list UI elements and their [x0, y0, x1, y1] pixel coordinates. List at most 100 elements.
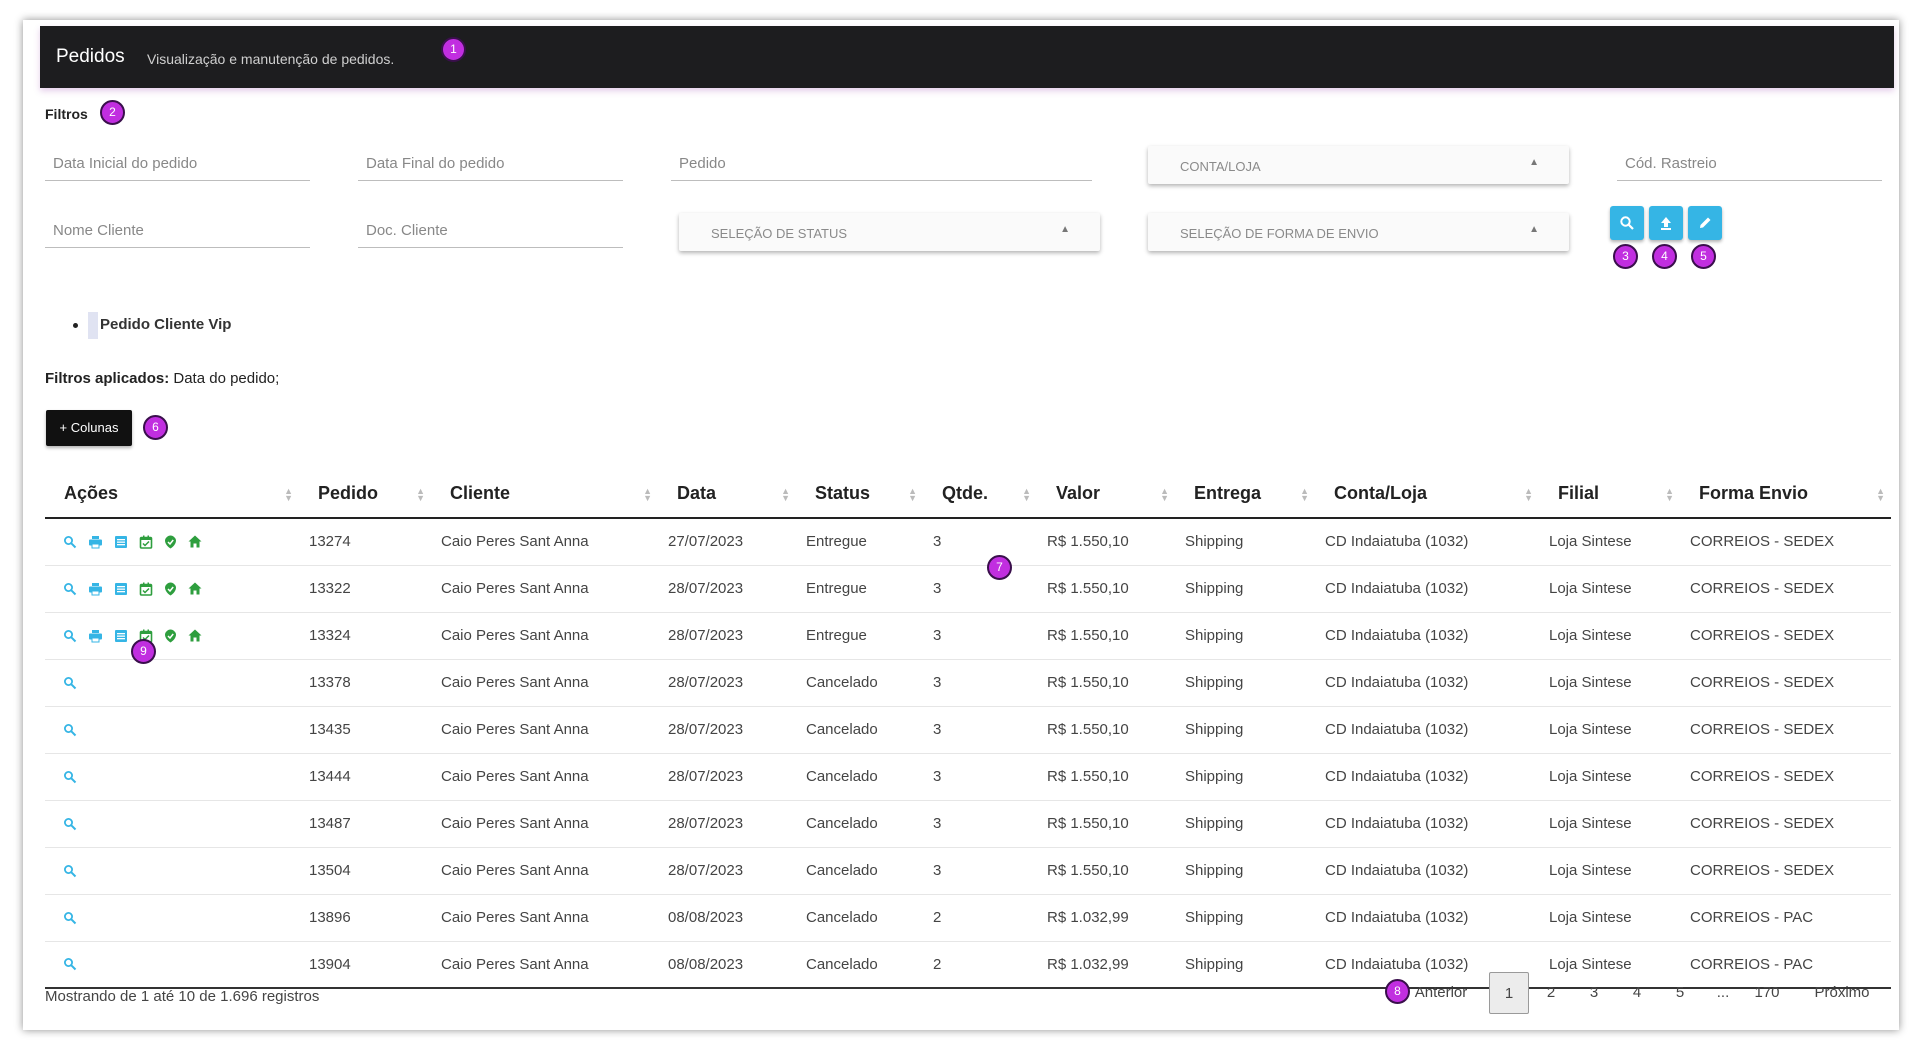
table-row[interactable]: 13504 Caio Peres Sant Anna 28/07/2023 Cance…	[45, 847, 1891, 895]
cell-filial: Loja Sintese	[1539, 565, 1680, 613]
next-page-button[interactable]: Próximo	[1807, 972, 1877, 1014]
cell-pedido: 13896	[299, 894, 431, 942]
column-header[interactable]: Qtde. ▲ ▼	[923, 470, 1037, 519]
list-icon[interactable]	[114, 582, 128, 596]
home-icon[interactable]	[188, 535, 202, 548]
table-row[interactable]: 13896 Caio Peres Sant Anna 08/08/2023 Cance…	[45, 894, 1891, 942]
shield-check-icon[interactable]	[164, 535, 177, 549]
cell-qtde: 3	[923, 753, 1037, 801]
cell-pedido: 13378	[299, 659, 431, 707]
print-icon[interactable]	[88, 629, 103, 643]
column-header[interactable]: Conta/Loja ▲ ▼	[1315, 470, 1539, 519]
page-button-5[interactable]: 5	[1660, 972, 1700, 1014]
cell-qtde: 2	[923, 894, 1037, 942]
cod-rastreio-field[interactable]: Cód. Rastreio	[1617, 145, 1882, 181]
page-title: Pedidos	[56, 46, 125, 67]
table-row[interactable]: 13378 Caio Peres Sant Anna 28/07/2023 Cance…	[45, 659, 1891, 707]
shield-check-icon[interactable]	[164, 582, 177, 596]
list-icon[interactable]	[114, 535, 128, 549]
search-icon[interactable]	[63, 817, 77, 831]
search-icon[interactable]	[63, 629, 77, 643]
pedido-field[interactable]: Pedido	[671, 145, 1092, 181]
search-icon[interactable]	[63, 723, 77, 737]
data-final-field[interactable]: Data Final do pedido	[358, 145, 623, 181]
page-button-170[interactable]: 170	[1743, 972, 1791, 1014]
column-header[interactable]: Ações ▲ ▼	[45, 470, 299, 519]
conta-loja-select[interactable]: CONTA/LOJA ▲	[1148, 146, 1569, 184]
column-header[interactable]: Entrega ▲ ▼	[1175, 470, 1315, 519]
search-icon[interactable]	[63, 957, 77, 971]
cell-conta: CD Indaiatuba (1032)	[1315, 753, 1539, 801]
sort-icon: ▲ ▼	[1665, 486, 1674, 503]
cell-status: Entregue	[796, 518, 923, 566]
shield-check-icon[interactable]	[164, 629, 177, 643]
actions-cell	[45, 941, 299, 989]
page-button-4[interactable]: 4	[1617, 972, 1657, 1014]
search-button[interactable]	[1610, 206, 1644, 240]
status-select[interactable]: SELEÇÃO DE STATUS ▲	[679, 213, 1100, 251]
home-icon[interactable]	[188, 582, 202, 595]
list-icon[interactable]	[114, 629, 128, 643]
calendar-check-icon[interactable]	[139, 535, 153, 549]
search-icon[interactable]	[63, 582, 77, 596]
annotation-marker: 5	[1691, 244, 1716, 269]
sort-icon: ▲ ▼	[1300, 486, 1309, 503]
sort-icon: ▲ ▼	[643, 486, 652, 503]
column-header[interactable]: Forma Envio ▲ ▼	[1680, 470, 1891, 519]
nome-cliente-field[interactable]: Nome Cliente	[45, 212, 310, 248]
cell-qtde: 3	[923, 847, 1037, 895]
cell-qtde: 3	[923, 612, 1037, 660]
table-row[interactable]: 13322 Caio Peres Sant Anna 28/07/2023 Entre…	[45, 565, 1891, 613]
page-button-1[interactable]: 1	[1489, 972, 1529, 1014]
edit-button[interactable]	[1688, 206, 1722, 240]
cell-status: Cancelado	[796, 941, 923, 989]
table-row[interactable]: 13487 Caio Peres Sant Anna 28/07/2023 Cance…	[45, 800, 1891, 848]
cell-forma: CORREIOS - SEDEX	[1680, 565, 1891, 613]
column-header-label: Qtde.	[942, 483, 989, 503]
search-icon[interactable]	[63, 911, 77, 925]
cell-valor: R$ 1.550,10	[1037, 659, 1175, 707]
actions-cell	[45, 753, 299, 801]
upload-button[interactable]	[1649, 206, 1683, 240]
cell-qtde: 3	[923, 565, 1037, 613]
annotation-marker: 6	[143, 415, 168, 440]
cell-conta: CD Indaiatuba (1032)	[1315, 659, 1539, 707]
calendar-check-icon[interactable]	[139, 582, 153, 596]
search-icon[interactable]	[63, 864, 77, 878]
print-icon[interactable]	[88, 582, 103, 596]
search-icon[interactable]	[63, 770, 77, 784]
page-button-2[interactable]: 2	[1531, 972, 1571, 1014]
column-header[interactable]: Cliente ▲ ▼	[431, 470, 658, 519]
cell-data: 28/07/2023	[658, 753, 796, 801]
column-header[interactable]: Data ▲ ▼	[658, 470, 796, 519]
search-icon[interactable]	[63, 535, 77, 549]
column-header[interactable]: Pedido ▲ ▼	[299, 470, 431, 519]
add-columns-button[interactable]: + Colunas	[46, 410, 132, 446]
data-inicial-field[interactable]: Data Inicial do pedido	[45, 145, 310, 181]
column-header[interactable]: Status ▲ ▼	[796, 470, 923, 519]
doc-cliente-field[interactable]: Doc. Cliente	[358, 212, 623, 248]
prev-page-button[interactable]: Anterior	[1411, 972, 1471, 1014]
table-row[interactable]: 13274 Caio Peres Sant Anna 27/07/2023 Entre…	[45, 518, 1891, 566]
cell-cliente: Caio Peres Sant Anna	[431, 565, 658, 613]
cell-filial: Loja Sintese	[1539, 800, 1680, 848]
actions-cell	[45, 706, 299, 754]
cell-valor: R$ 1.550,10	[1037, 565, 1175, 613]
column-header[interactable]: Filial ▲ ▼	[1539, 470, 1680, 519]
cell-entrega: Shipping	[1175, 800, 1315, 848]
home-icon[interactable]	[188, 629, 202, 642]
cell-filial: Loja Sintese	[1539, 894, 1680, 942]
page-button-3[interactable]: 3	[1574, 972, 1614, 1014]
table-row[interactable]: 13444 Caio Peres Sant Anna 28/07/2023 Cance…	[45, 753, 1891, 801]
table-row[interactable]: 13435 Caio Peres Sant Anna 28/07/2023 Cance…	[45, 706, 1891, 754]
forma-envio-select[interactable]: SELEÇÃO DE FORMA DE ENVIO ▲	[1148, 213, 1569, 251]
column-header[interactable]: Valor ▲ ▼	[1037, 470, 1175, 519]
sort-icon: ▲ ▼	[781, 486, 790, 503]
print-icon[interactable]	[88, 535, 103, 549]
page-header: Pedidos Visualização e manutenção de ped…	[40, 26, 1894, 88]
table-row[interactable]: 13324 Caio Peres Sant Anna 28/07/2023 Entre…	[45, 612, 1891, 660]
cell-entrega: Shipping	[1175, 753, 1315, 801]
cell-data: 28/07/2023	[658, 565, 796, 613]
cell-status: Cancelado	[796, 847, 923, 895]
search-icon[interactable]	[63, 676, 77, 690]
